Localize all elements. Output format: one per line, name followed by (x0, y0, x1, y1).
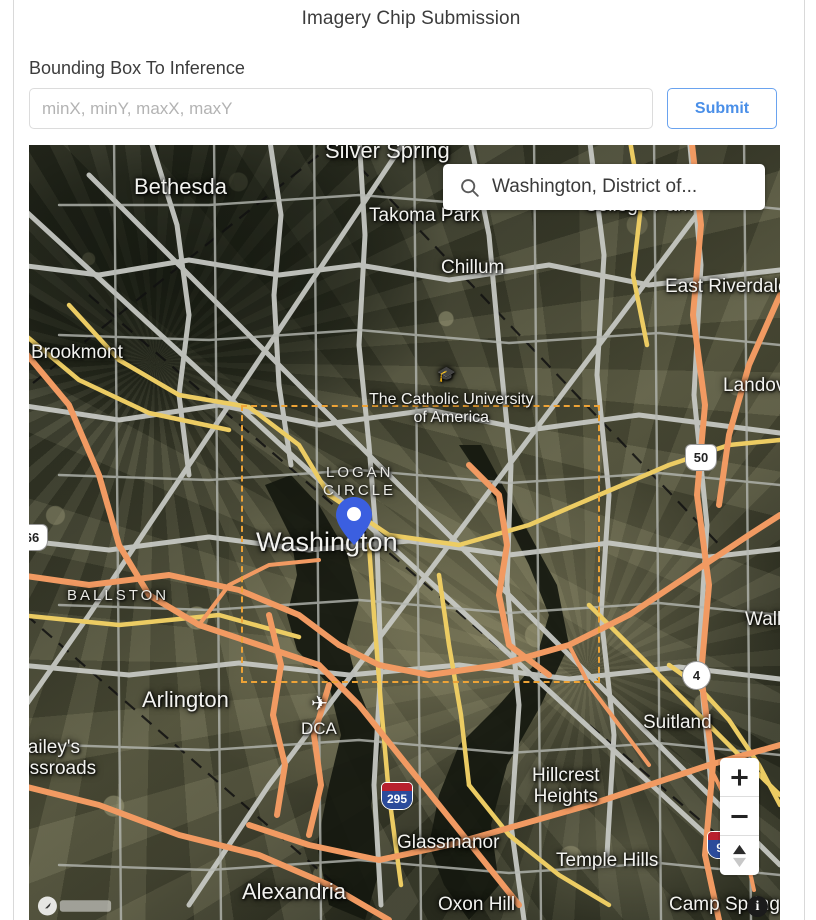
road-shield: 66 (29, 525, 47, 550)
page-border-right (804, 0, 805, 920)
plus-icon (731, 768, 748, 786)
road-shield: 295 (382, 783, 412, 809)
page-border-left (13, 0, 14, 920)
mapbox-logo[interactable] (37, 895, 113, 917)
search-input-value: Washington, District of... (492, 176, 698, 197)
pitch-compass-button[interactable] (720, 836, 759, 875)
zoom-out-button[interactable] (720, 797, 759, 836)
compass-icon (733, 844, 746, 867)
bounding-box-label: Bounding Box To Inference (29, 58, 245, 78)
map-controls[interactable] (720, 758, 759, 875)
page-title: Imagery Chip Submission (301, 8, 521, 29)
search-icon (459, 177, 480, 198)
road-shield: 4 (683, 662, 710, 689)
road-shield: 50 (686, 445, 716, 470)
inference-bounding-box (241, 405, 600, 683)
airport-icon: ✈ (311, 693, 328, 715)
minus-icon (731, 814, 748, 818)
map-canvas[interactable]: Silver SpringBethesdaTakoma ParkCollege … (29, 145, 780, 920)
submit-button[interactable]: Submit (667, 88, 777, 129)
attribution-info-button[interactable]: i (747, 896, 768, 917)
map-marker-pin[interactable] (336, 497, 372, 545)
app-page: Imagery Chip Submission Bounding Box To … (0, 0, 816, 920)
map-search-box[interactable]: Washington, District of... (443, 164, 765, 210)
zoom-in-button[interactable] (720, 758, 759, 797)
bounding-box-input[interactable] (29, 88, 653, 129)
